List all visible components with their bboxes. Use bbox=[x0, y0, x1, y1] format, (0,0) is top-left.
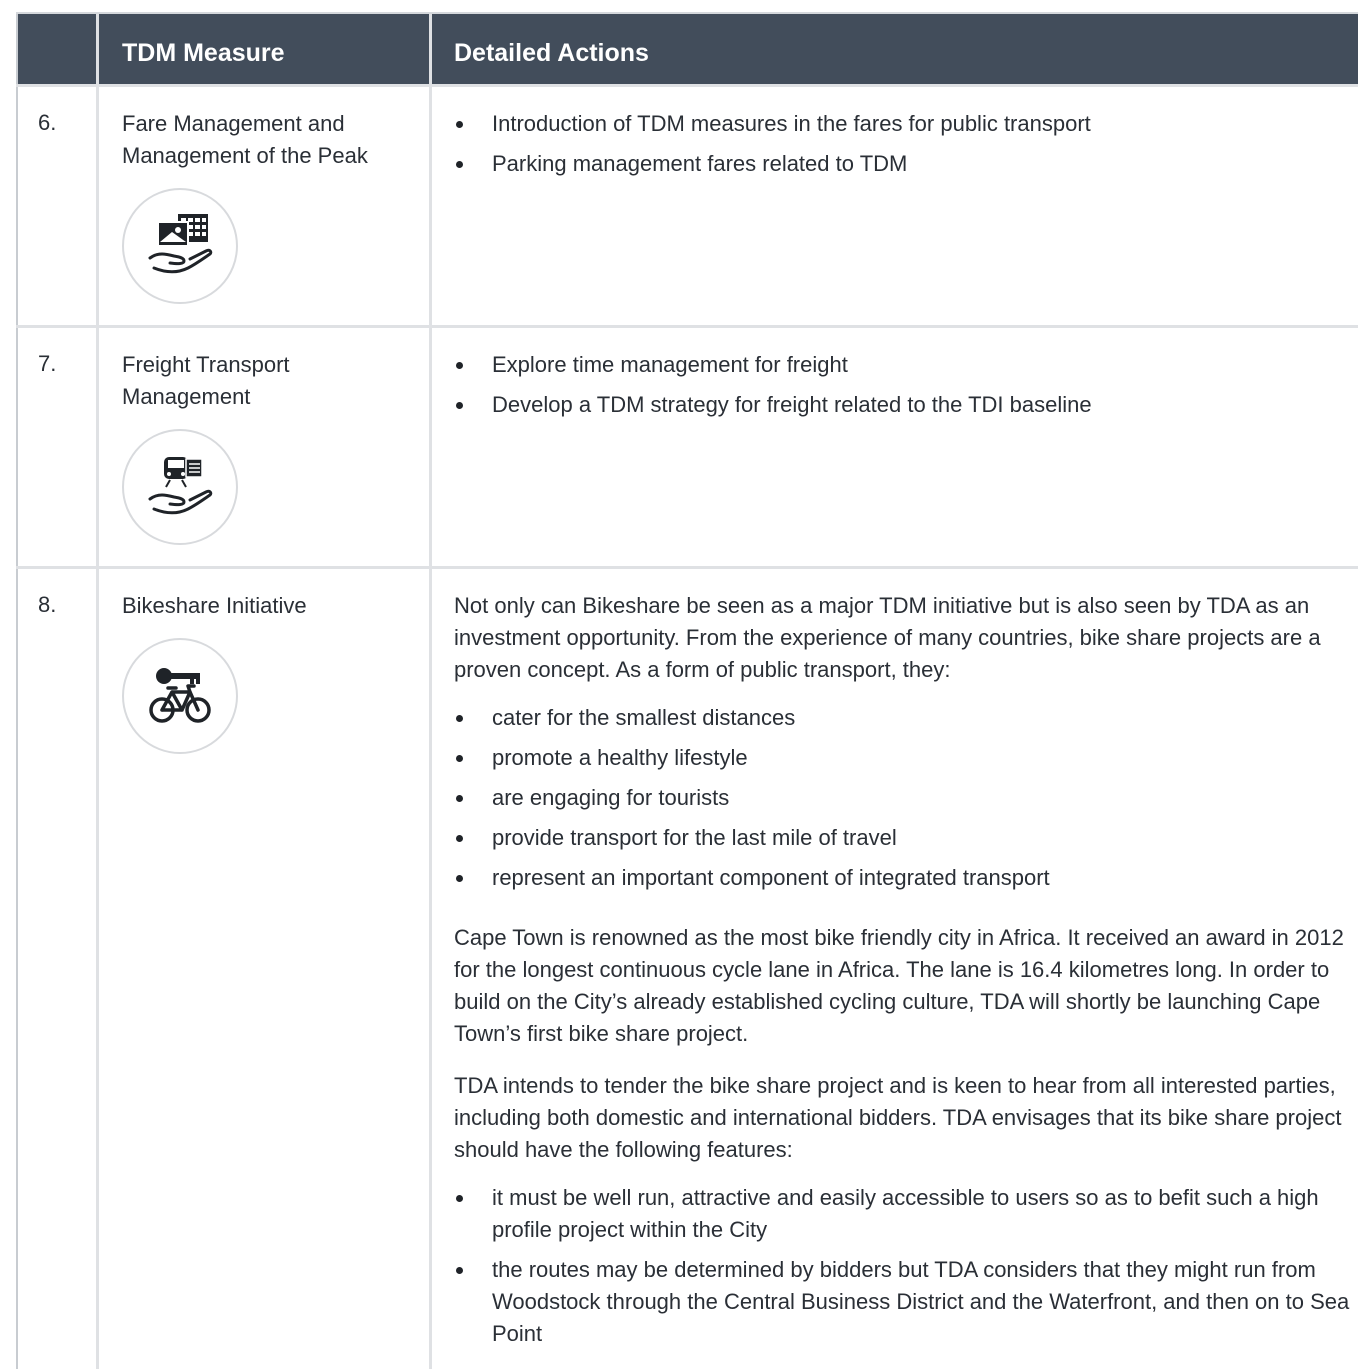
bicycle-with-key-icon bbox=[122, 638, 238, 754]
row-number: 6. bbox=[38, 110, 57, 135]
list-item: it must be well run, attractive and easi… bbox=[454, 1182, 1354, 1246]
list-item: provide transport for the last mile of t… bbox=[454, 822, 1354, 854]
measure-name: Bikeshare Initiative bbox=[122, 593, 307, 618]
row-divider bbox=[16, 325, 1358, 328]
list-item: Develop a TDM strategy for freight relat… bbox=[454, 389, 1354, 421]
row-number: 8. bbox=[38, 592, 57, 617]
row-divider bbox=[16, 566, 1358, 569]
hand-holding-freight-train-icon bbox=[122, 429, 238, 545]
list-item: are engaging for tourists bbox=[454, 782, 1354, 814]
measure-name: Fare Management and Management of the Pe… bbox=[122, 111, 368, 168]
action-list: Introduction of TDM measures in the fare… bbox=[454, 108, 1354, 180]
header-tdm-measure: TDM Measure bbox=[122, 39, 285, 67]
list-item: the routes may be determined by bidders … bbox=[454, 1254, 1354, 1350]
row-divider bbox=[16, 84, 1358, 87]
list-item: represent an important component of inte… bbox=[454, 862, 1354, 894]
body-paragraph: Cape Town is renowned as the most bike f… bbox=[454, 925, 1344, 1046]
detailed-actions: Introduction of TDM measures in the fare… bbox=[454, 108, 1354, 188]
action-list: cater for the smallest distances promote… bbox=[454, 702, 1354, 894]
hand-holding-fare-card-icon bbox=[122, 188, 238, 304]
list-item: promote a healthy lifestyle bbox=[454, 742, 1354, 774]
list-item: Parking management fares related to TDM bbox=[454, 148, 1354, 180]
tdm-measures-table: TDM Measure Detailed Actions 6. Fare Man… bbox=[16, 12, 1358, 1369]
body-paragraph: TDA intends to tender the bike share pro… bbox=[454, 1073, 1342, 1162]
list-item: Introduction of TDM measures in the fare… bbox=[454, 108, 1354, 140]
column-divider bbox=[429, 14, 432, 1369]
table-header: TDM Measure Detailed Actions bbox=[16, 14, 1358, 84]
action-list: Explore time management for freight Deve… bbox=[454, 349, 1354, 421]
list-item: cater for the smallest distances bbox=[454, 702, 1354, 734]
list-item: Explore time management for freight bbox=[454, 349, 1354, 381]
intro-paragraph: Not only can Bikeshare be seen as a majo… bbox=[454, 593, 1321, 682]
action-list: it must be well run, attractive and easi… bbox=[454, 1182, 1354, 1350]
measure-name: Freight Transport Management bbox=[122, 352, 290, 409]
detailed-actions: Explore time management for freight Deve… bbox=[454, 349, 1354, 429]
column-divider bbox=[96, 14, 99, 1369]
header-detailed-actions: Detailed Actions bbox=[454, 39, 649, 67]
table-left-border bbox=[16, 14, 18, 1369]
detailed-actions: Not only can Bikeshare be seen as a majo… bbox=[454, 590, 1354, 1358]
row-number: 7. bbox=[38, 351, 57, 376]
